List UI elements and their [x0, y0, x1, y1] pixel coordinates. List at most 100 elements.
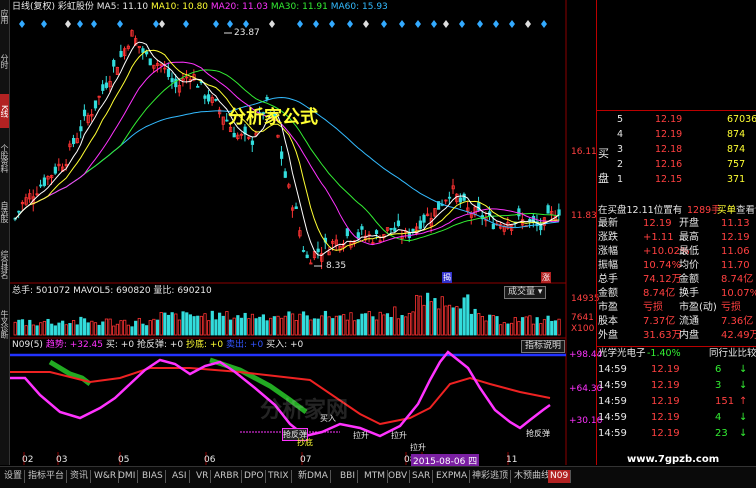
tab-n09[interactable]: N09 [548, 470, 572, 483]
bottom-tab[interactable]: 资讯 [68, 470, 92, 483]
bottom-tab[interactable]: 神彩逃顶 [470, 470, 512, 483]
ma5-line [14, 41, 560, 257]
bottom-tab[interactable]: SAR [410, 470, 434, 483]
tab-apps[interactable]: 应用 [0, 2, 9, 30]
bottom-tab[interactable]: VR [194, 470, 212, 483]
volume-bar [331, 318, 335, 336]
sector-name[interactable]: 光学光电子 [598, 348, 646, 360]
bottom-tab[interactable]: 新DMA [296, 470, 331, 483]
volume-bar [290, 313, 295, 336]
candle-body [309, 262, 313, 265]
order-queue-row: 在买盘12.11位置有 1289手 买单 查看详细 [597, 205, 756, 217]
bottom-tab[interactable]: DPO [242, 470, 267, 483]
signal-diamond [459, 20, 465, 28]
tab-intraday[interactable]: 分时 [0, 44, 9, 78]
bottom-tab[interactable]: TRIX [266, 470, 292, 483]
bottom-tab[interactable]: 指标平台 [26, 470, 68, 483]
candle-body [301, 250, 306, 252]
tab-ranking[interactable]: 综合排名 [0, 240, 9, 288]
signal-diamond [381, 20, 387, 28]
bottom-tab[interactable]: BBI [338, 470, 359, 483]
volume-bar [196, 315, 200, 336]
order-queue-link[interactable]: 查看详细 [736, 205, 756, 217]
signal-diamond [117, 20, 123, 28]
volume-bar [101, 321, 105, 336]
bottom-tab[interactable]: OBV [386, 470, 411, 483]
order-queue-button[interactable]: 买单 [717, 205, 736, 217]
quote-row: 最新 12.19 开盘 11.13 [597, 218, 756, 230]
volume-bar [104, 318, 109, 336]
candle-body [411, 228, 415, 232]
chevron-down-icon: ▾ [537, 287, 543, 297]
tab-watchlist[interactable]: 自选股 [0, 190, 9, 232]
volume-mavol: MAVOL5: 690820 [73, 286, 151, 296]
volume-bar [436, 308, 441, 336]
order-book-row: 1 12.15 371 [597, 174, 756, 186]
tab-kline[interactable]: K线 [0, 94, 9, 128]
order-level: 4 [617, 129, 624, 140]
bottom-tab[interactable]: ARBR [212, 470, 242, 483]
volume-bar [17, 319, 21, 336]
sector-compare-link[interactable]: 同行业比较 [709, 348, 756, 360]
order-volume: 67036 [727, 114, 756, 125]
volume-bar [57, 322, 61, 336]
signal-diamond [213, 20, 219, 28]
bottom-tab[interactable]: 木预曲线 [512, 470, 554, 483]
quote-value-1: 8.74亿 [643, 288, 676, 299]
signal-label-lift-3: 拉升 [410, 443, 426, 452]
signal-diamond [363, 20, 369, 28]
volume-bar [363, 313, 368, 336]
quote-value-2: 8.74亿 [721, 274, 754, 285]
ma10-line [14, 49, 559, 251]
volume-bar [97, 324, 101, 336]
candle-body [196, 85, 200, 88]
signal-diamond [19, 20, 25, 28]
tab-stock-info[interactable]: 个股资料 [0, 134, 9, 182]
volume-bar [499, 324, 503, 336]
tick-volume: 6 [715, 364, 722, 375]
quote-value-1: 31.63万 [643, 330, 682, 341]
volume-bar [396, 318, 401, 336]
quote-key-2: 最高 [679, 232, 699, 243]
x-axis-month-label: 03 [56, 455, 68, 465]
candle-body [374, 230, 379, 235]
volume-bar [247, 318, 251, 336]
candle-body [203, 95, 207, 99]
tab-diagnosis[interactable]: 牛叉诊断 [0, 300, 9, 348]
volume-bar [535, 317, 539, 336]
watermark-title: 分析家公式 [228, 107, 318, 128]
signal-diamond [313, 20, 319, 28]
quote-key-1: 市盈 [598, 302, 618, 313]
candle-body [280, 151, 284, 159]
volume-bar [353, 320, 357, 336]
x-axis-month-label: 02 [22, 455, 34, 465]
candle-body [112, 60, 116, 67]
bottom-tab[interactable]: DMI [116, 470, 139, 483]
signal-diamond [159, 20, 165, 28]
volume-ratio: 量比: 690210 [153, 286, 212, 296]
quote-value-2: 11.13 [721, 218, 750, 229]
bottom-tab[interactable]: EXPMA [434, 470, 471, 483]
bottom-tab[interactable]: BIAS [140, 470, 166, 483]
candle-body [356, 232, 360, 238]
volume-bar [185, 312, 189, 336]
quote-panel-top-rule [597, 110, 756, 111]
tick-row: 14:59 12.19 23 ↓ [597, 428, 756, 440]
watermark-site-name: 分析家网 [260, 398, 349, 423]
quote-value-2: 11.06 [721, 246, 750, 257]
volume-selector-button[interactable]: 成交量 ▾ [504, 286, 547, 299]
quote-value-2: 7.36亿 [721, 316, 754, 327]
indicator-trend: 趋势: +32.45 [45, 340, 104, 350]
signal-diamond [297, 20, 303, 28]
volume-bar [524, 316, 528, 336]
bottom-tab[interactable]: ASI [170, 470, 190, 483]
volume-bar [141, 323, 145, 336]
candle-body [447, 196, 452, 199]
order-price: 12.15 [655, 174, 683, 185]
order-volume: 757 [727, 159, 746, 170]
order-level: 2 [617, 159, 624, 170]
bottom-tab[interactable]: 设置 [2, 470, 26, 483]
tick-time: 14:59 [598, 412, 627, 423]
bottom-tab[interactable]: MTM [362, 470, 389, 483]
indicator-help-button[interactable]: 指标说明 [521, 340, 566, 353]
